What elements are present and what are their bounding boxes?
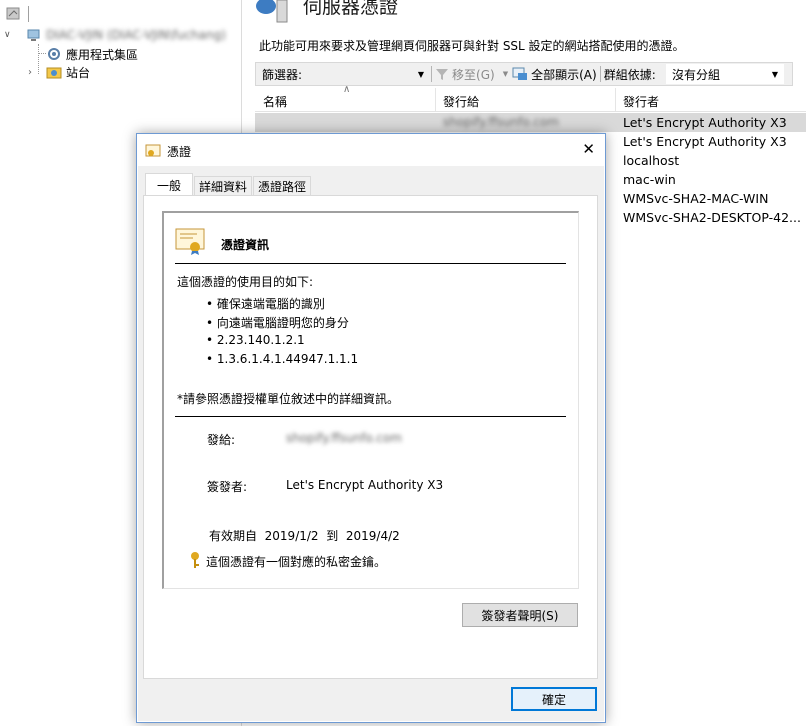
column-header-issued-to[interactable]: 發行給 bbox=[443, 93, 479, 110]
list-item: • 2.23.140.1.2.1 bbox=[206, 333, 305, 347]
go-dropdown-arrow-icon[interactable]: ▼ bbox=[503, 70, 508, 78]
issued-by-label: 簽發者: bbox=[207, 480, 248, 494]
dialog-title-bar[interactable]: 憑證 ✕ bbox=[137, 134, 605, 166]
column-header-issuer[interactable]: 發行者 bbox=[623, 93, 659, 110]
table-row[interactable]: shopify.ffsunfo.com Let's Encrypt Author… bbox=[255, 113, 806, 132]
funnel-icon bbox=[436, 69, 449, 80]
filter-input[interactable]: ▼ bbox=[306, 64, 429, 84]
issued-by-value: Let's Encrypt Authority X3 bbox=[286, 478, 444, 492]
chevron-right-icon[interactable]: › bbox=[28, 67, 40, 78]
close-icon[interactable]: ✕ bbox=[582, 140, 595, 158]
server-icon bbox=[27, 29, 40, 41]
show-all-icon bbox=[512, 67, 528, 80]
tree-item-label: 站台 bbox=[66, 65, 91, 80]
issued-to-value: shopify.ffsunfo.com bbox=[286, 431, 402, 445]
tree-server-node[interactable]: ∨ DIAC-VJIN (DIAC-VJIN\fuchang) bbox=[4, 26, 226, 44]
tab-certification-path[interactable]: 憑證路徑 bbox=[253, 176, 311, 196]
tab-general[interactable]: 一般 bbox=[145, 173, 193, 196]
tab-details[interactable]: 詳細資料 bbox=[194, 176, 252, 196]
show-all-button[interactable]: 全部顯示(A) bbox=[512, 66, 597, 83]
ok-button[interactable]: 確定 bbox=[511, 687, 597, 711]
issuer-statement-button[interactable]: 簽發者聲明(S) bbox=[462, 603, 578, 627]
filter-label: 篩選器: bbox=[262, 67, 303, 82]
expand-chevron-icon[interactable]: ∨ bbox=[4, 30, 16, 40]
purpose-list: • 確保遠端電腦的識別 • 向遠端電腦證明您的身分 • 2.23.140.1.2… bbox=[206, 295, 358, 371]
page-title: 伺服器憑證 bbox=[303, 0, 399, 18]
server-certificates-icon bbox=[256, 0, 288, 23]
valid-from: 2019/1/2 bbox=[264, 529, 319, 543]
private-key-note: 這個憑證有一個對應的私密金鑰。 bbox=[206, 555, 387, 569]
info-header: 憑證資訊 bbox=[221, 238, 270, 252]
go-button[interactable]: 移至(G) bbox=[435, 66, 495, 83]
tree-item-label: 應用程式集區 bbox=[66, 47, 139, 62]
group-by-label: 群組依據: bbox=[603, 67, 656, 82]
cert-list-header: 名稱 ∧ 發行給 發行者 bbox=[255, 84, 806, 112]
group-by-select[interactable]: 沒有分組 ▼ bbox=[666, 64, 784, 84]
list-item: • 確保遠端電腦的識別 bbox=[206, 297, 325, 311]
ca-statement-note: *請參照憑證授權單位敘述中的詳細資訊。 bbox=[177, 392, 400, 406]
valid-to: 2019/4/2 bbox=[345, 529, 400, 543]
list-item: • 向遠端電腦證明您的身分 bbox=[206, 316, 349, 330]
certificate-info-box: 憑證資訊 這個憑證的使用目的如下: • 確保遠端電腦的識別 • 向遠端電腦證明您… bbox=[162, 211, 579, 589]
key-icon bbox=[191, 552, 199, 568]
dropdown-arrow-icon: ▼ bbox=[771, 69, 778, 79]
app-pool-icon bbox=[48, 48, 60, 60]
purpose-heading: 這個憑證的使用目的如下: bbox=[177, 275, 314, 289]
site-folder-icon bbox=[46, 67, 62, 79]
tree-toolbar bbox=[4, 4, 34, 24]
column-header-name[interactable]: 名稱 bbox=[263, 93, 287, 110]
validity-period: 有效期自 2019/1/2 到 2019/4/2 bbox=[209, 529, 400, 543]
dialog-title: 憑證 bbox=[167, 145, 192, 159]
page-description: 此功能可用來要求及管理網頁伺服器可與針對 SSL 設定的網站搭配使用的憑證。 bbox=[259, 39, 685, 53]
certificate-icon bbox=[175, 228, 205, 255]
sort-chevron-icon: ∧ bbox=[343, 84, 351, 95]
tree-item-sites[interactable]: › 站台 bbox=[28, 63, 90, 81]
filter-toolbar: 篩選器: ▼ 移至(G) ▼ 全部顯示(A) 群組依據: 沒有分組 ▼ bbox=[255, 62, 793, 86]
server-node-label: DIAC-VJIN (DIAC-VJIN\fuchang) bbox=[46, 28, 226, 42]
list-item: • 1.3.6.1.4.1.44947.1.1.1 bbox=[206, 352, 359, 366]
tree-item-app-pools[interactable]: 應用程式集區 bbox=[46, 45, 138, 63]
issued-to-label: 發給: bbox=[207, 433, 236, 447]
dropdown-arrow-icon: ▼ bbox=[417, 69, 425, 79]
connect-icon[interactable] bbox=[6, 6, 22, 22]
certificate-icon bbox=[145, 144, 161, 157]
